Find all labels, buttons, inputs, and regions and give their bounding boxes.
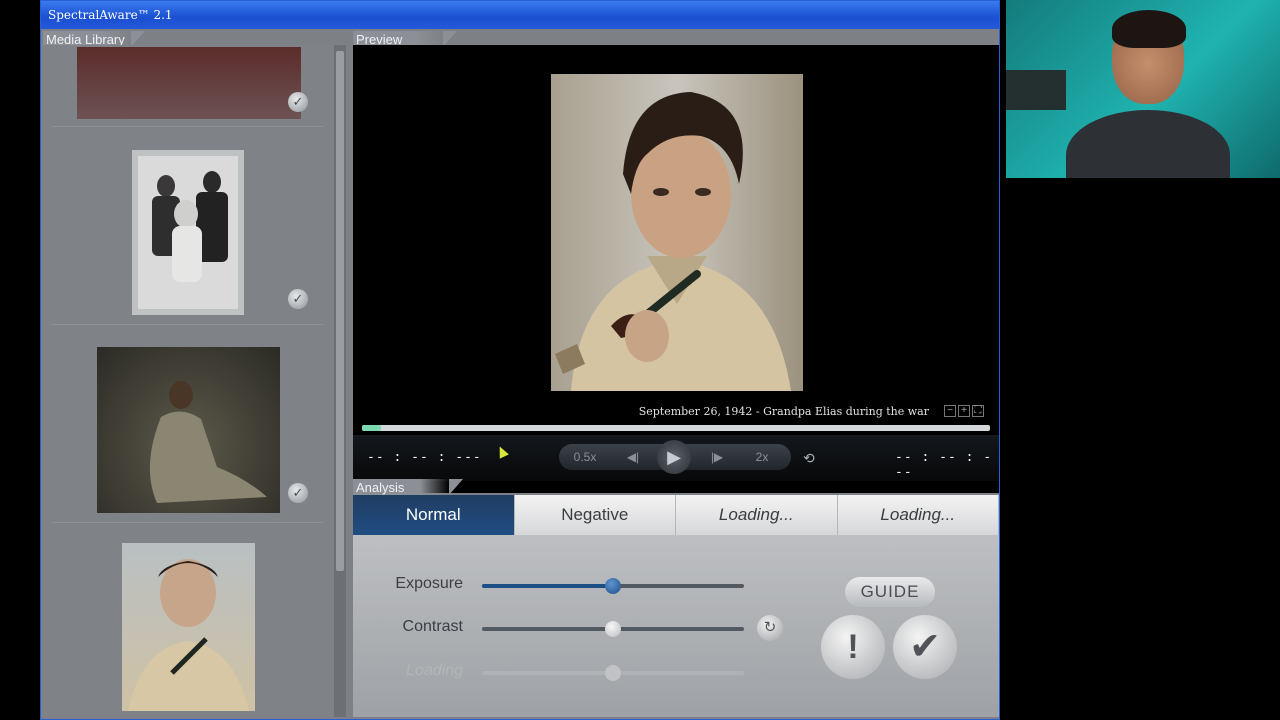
time-elapsed: -- : -- : --- bbox=[367, 450, 482, 465]
list-item[interactable] bbox=[41, 525, 333, 717]
play-icon[interactable]: ▶ bbox=[657, 440, 691, 474]
playback-controls: 0.5x ◀| ▶ |▶ 2x bbox=[559, 440, 791, 474]
analysis-label: Analysis bbox=[353, 479, 463, 495]
portrait-image bbox=[551, 74, 803, 391]
list-item[interactable]: ✓ bbox=[41, 45, 333, 127]
window-title: SpectralAware™ 2.1 bbox=[41, 1, 999, 29]
zoom-in-button[interactable]: + bbox=[958, 405, 970, 417]
app-window: SpectralAware™ 2.1 Media Library ✓ ✓ ✓ P… bbox=[40, 0, 1000, 720]
fast-speed-button[interactable]: 2x bbox=[747, 448, 777, 466]
tab-negative[interactable]: Negative bbox=[515, 495, 676, 535]
guide-button[interactable]: GUIDE bbox=[845, 577, 935, 607]
analysis-panel: Normal Negative Loading... Loading... Ex… bbox=[353, 495, 999, 717]
presenter bbox=[1066, 10, 1230, 178]
checkmark-icon[interactable]: ✔ bbox=[893, 615, 957, 679]
check-icon[interactable]: ✓ bbox=[288, 289, 308, 309]
photo-woman-red[interactable] bbox=[77, 47, 301, 119]
analysis-tabs: Normal Negative Loading... Loading... bbox=[353, 495, 999, 535]
tab-loading-1[interactable]: Loading... bbox=[676, 495, 838, 535]
check-icon[interactable]: ✓ bbox=[288, 483, 308, 503]
photo-caption: September 26, 1942 - Grandpa Elias durin… bbox=[638, 405, 929, 418]
time-remaining: -- : -- : --- bbox=[895, 450, 993, 480]
playback-progress[interactable] bbox=[362, 425, 990, 431]
tab-loading-2[interactable]: Loading... bbox=[838, 495, 999, 535]
zoom-out-button[interactable]: − bbox=[944, 405, 956, 417]
check-icon[interactable]: ✓ bbox=[288, 92, 308, 112]
exposure-slider[interactable] bbox=[482, 578, 744, 594]
loading-slider-label: Loading bbox=[406, 662, 463, 679]
media-library-list: ✓ ✓ ✓ bbox=[41, 45, 333, 717]
preview-photo bbox=[551, 74, 803, 391]
exposure-knob[interactable] bbox=[605, 578, 621, 594]
exposure-fill bbox=[482, 584, 613, 588]
background-shelf bbox=[1006, 70, 1066, 110]
next-frame-icon[interactable]: |▶ bbox=[703, 448, 731, 466]
list-item[interactable]: ✓ bbox=[41, 327, 333, 523]
family-figures bbox=[138, 156, 238, 309]
slow-speed-button[interactable]: 0.5x bbox=[567, 448, 603, 466]
prev-frame-icon[interactable]: ◀| bbox=[619, 448, 647, 466]
loop-icon[interactable]: ⟲ bbox=[803, 450, 815, 467]
webcam-overlay bbox=[1006, 0, 1280, 178]
contrast-slider[interactable] bbox=[482, 621, 744, 637]
warning-icon[interactable]: ! bbox=[821, 615, 885, 679]
photo-family[interactable] bbox=[132, 150, 244, 315]
photo-young-man-pipe[interactable] bbox=[122, 543, 255, 711]
loading-slider bbox=[482, 665, 744, 681]
man-figure bbox=[128, 559, 249, 711]
progress-fill bbox=[362, 425, 381, 431]
woman-figure bbox=[149, 381, 267, 503]
transport-bar: -- : -- : --- 0.5x ◀| ▶ |▶ 2x ⟲ -- : -- … bbox=[353, 435, 999, 481]
tab-normal[interactable]: Normal bbox=[353, 495, 515, 535]
contrast-knob[interactable] bbox=[605, 621, 621, 637]
loading-knob bbox=[605, 665, 621, 681]
list-item[interactable]: ✓ bbox=[41, 129, 333, 325]
contrast-label: Contrast bbox=[402, 618, 463, 635]
reset-icon[interactable]: ↻ bbox=[757, 615, 783, 641]
exposure-label: Exposure bbox=[395, 575, 463, 592]
photo-woman-field[interactable] bbox=[97, 347, 280, 513]
library-scroll-thumb[interactable] bbox=[336, 51, 344, 571]
fullscreen-button[interactable]: ⛶ bbox=[972, 405, 984, 417]
